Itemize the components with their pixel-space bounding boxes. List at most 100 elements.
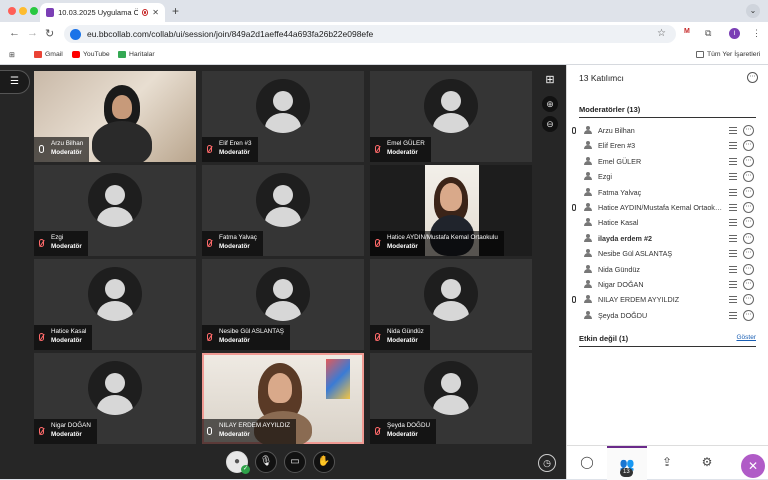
participant-options-icon[interactable]: ⋯ xyxy=(743,186,754,198)
person-icon xyxy=(584,233,592,242)
reload-icon[interactable]: ↻ xyxy=(45,27,54,40)
address-bar[interactable]: eu.bbcollab.com/collab/ui/session/join/8… xyxy=(64,25,676,43)
captions-icon[interactable] xyxy=(729,234,737,242)
bookmark-youtube[interactable]: YouTube xyxy=(72,51,110,58)
tile-nameplate: Nigar DOĞAN Moderatör xyxy=(34,419,97,444)
captions-icon[interactable] xyxy=(729,250,737,258)
microphone-toggle-icon[interactable]: 🎙 xyxy=(255,451,277,473)
browser-menu-icon[interactable]: ⋮ xyxy=(752,28,761,39)
participant-options-icon[interactable]: ⋯ xyxy=(743,232,754,244)
video-tile[interactable]: Nida Gündüz Moderatör xyxy=(370,259,532,350)
extension-icon[interactable]: M xyxy=(684,28,690,35)
apps-grid-icon[interactable]: ⊞ xyxy=(9,51,15,59)
forward-icon[interactable]: → xyxy=(27,27,38,39)
extensions-puzzle-icon[interactable]: ⧉ xyxy=(705,28,711,39)
close-panel-icon[interactable]: ✕ xyxy=(741,454,765,478)
maximize-window-dot[interactable] xyxy=(30,7,38,15)
participant-row[interactable]: Arzu Bilhan ⋯ xyxy=(567,123,768,138)
participant-row[interactable]: Nigar DOĞAN ⋯ xyxy=(567,277,768,292)
chat-tab-icon[interactable]: ◯ xyxy=(567,446,607,480)
participant-options-icon[interactable]: ⋯ xyxy=(743,140,754,152)
captions-icon[interactable] xyxy=(729,127,737,134)
captions-icon[interactable] xyxy=(729,296,737,304)
camera-toggle-icon[interactable]: ▭ xyxy=(284,451,306,473)
participant-options-icon[interactable]: ⋯ xyxy=(743,171,754,183)
participant-row[interactable]: Hatice AYDIN/Mustafa Kemal Ortaokulu ⋯ xyxy=(567,200,768,215)
video-tile[interactable]: Ezgi Moderatör xyxy=(34,165,196,256)
back-icon[interactable]: ← xyxy=(9,27,20,39)
participant-row[interactable]: Nida Gündüz ⋯ xyxy=(567,262,768,277)
gmail-icon xyxy=(34,51,42,58)
bookmark-star-icon[interactable]: ☆ xyxy=(657,28,666,39)
participant-row[interactable]: Elif Eren #3 ⋯ xyxy=(567,138,768,153)
participant-list: Arzu Bilhan ⋯ Elif Eren #3 ⋯ Emel GÜLER ⋯ E… xyxy=(567,123,768,323)
captions-icon[interactable] xyxy=(729,173,737,181)
raise-hand-icon[interactable]: ✋ xyxy=(313,451,335,473)
show-inactive-link[interactable]: Göster xyxy=(736,334,756,341)
bookmark-maps[interactable]: Haritalar xyxy=(118,51,155,58)
panel-more-icon[interactable]: ⋯ xyxy=(747,72,758,83)
captions-icon[interactable] xyxy=(729,188,737,196)
session-menu-button[interactable]: ☰ xyxy=(0,70,30,94)
participant-video-face xyxy=(268,373,292,403)
participant-row[interactable]: Nesibe Gül ASLANTAŞ ⋯ xyxy=(567,246,768,261)
participant-row[interactable]: Ezgi ⋯ xyxy=(567,169,768,184)
all-bookmarks[interactable]: Tüm Yer İşaretleri xyxy=(696,51,760,58)
participant-options-icon[interactable]: ⋯ xyxy=(743,217,754,229)
tab-close-icon[interactable]: ✕ xyxy=(152,8,159,17)
participant-row[interactable]: Şeyda DOĞDU ⋯ xyxy=(567,308,768,323)
captions-icon[interactable] xyxy=(729,203,737,211)
session-timer-icon[interactable]: ◷ xyxy=(538,454,556,472)
participants-tab-icon[interactable]: 👥 13 xyxy=(607,446,647,480)
video-tile[interactable]: Hatice Kasal Moderatör xyxy=(34,259,196,350)
tab-title: 10.03.2025 Uygulama Öğr xyxy=(58,8,138,17)
participant-options-icon[interactable]: ⋯ xyxy=(743,263,754,275)
mic-muted-icon xyxy=(39,333,44,341)
participant-row[interactable]: Fatma Yalvaç ⋯ xyxy=(567,185,768,200)
participant-row[interactable]: Hatice Kasal ⋯ xyxy=(567,215,768,230)
site-info-icon[interactable] xyxy=(70,28,81,40)
bookmark-gmail[interactable]: Gmail xyxy=(34,51,63,58)
participant-options-icon[interactable]: ⋯ xyxy=(743,278,754,290)
participant-options-icon[interactable]: ⋯ xyxy=(743,125,754,136)
video-tile-active-speaker[interactable]: NILAY ERDEM AYYILDIZ Moderatör xyxy=(202,353,364,444)
browser-toolbar: ← → ↻ eu.bbcollab.com/collab/ui/session/… xyxy=(0,22,768,46)
participant-row[interactable]: NILAY ERDEM AYYILDIZ ⋯ xyxy=(567,292,768,307)
participant-options-icon[interactable]: ⋯ xyxy=(743,248,754,260)
video-tile[interactable]: Nesibe Gül ASLANTAŞ Moderatör xyxy=(202,259,364,350)
share-content-tab-icon[interactable]: ⇪ xyxy=(647,446,687,480)
zoom-in-icon[interactable]: ⊕ xyxy=(542,96,558,112)
participant-options-icon[interactable]: ⋯ xyxy=(743,201,754,213)
my-status-button[interactable]: ● ✓ xyxy=(226,451,250,474)
tab-search-icon[interactable]: ⌄ xyxy=(746,4,760,18)
video-tile[interactable]: Şeyda DOĞDU Moderatör xyxy=(370,353,532,444)
participant-row-self[interactable]: ilayda erdem #2 ⋯ xyxy=(567,231,768,246)
captions-icon[interactable] xyxy=(729,311,737,319)
participant-options-icon[interactable]: ⋯ xyxy=(743,309,754,321)
captions-icon[interactable] xyxy=(729,280,737,288)
video-tile[interactable]: Fatma Yalvaç Moderatör xyxy=(202,165,364,256)
person-icon xyxy=(584,141,592,150)
minimize-window-dot[interactable] xyxy=(19,7,27,15)
person-icon xyxy=(584,126,592,134)
browser-tab[interactable]: 10.03.2025 Uygulama Öğr ✕ xyxy=(40,3,165,22)
participant-options-icon[interactable]: ⋯ xyxy=(743,294,754,306)
participant-options-icon[interactable]: ⋯ xyxy=(743,155,754,167)
new-tab-button[interactable]: + xyxy=(172,4,179,18)
captions-icon[interactable] xyxy=(729,142,737,150)
settings-tab-icon[interactable]: ⚙ xyxy=(687,446,727,480)
close-window-dot[interactable] xyxy=(8,7,16,15)
participant-row[interactable]: Emel GÜLER ⋯ xyxy=(567,154,768,169)
grid-view-icon[interactable]: ⊞ xyxy=(542,72,558,88)
video-tile[interactable]: Hatice AYDIN/Mustafa Kemal Ortaokulu Mode… xyxy=(370,165,532,256)
video-tile[interactable]: Arzu Bilhan Moderatör xyxy=(34,71,196,162)
captions-icon[interactable] xyxy=(729,157,737,165)
profile-avatar[interactable]: I xyxy=(729,28,740,39)
video-tile[interactable]: Elif Eren #3 Moderatör xyxy=(202,71,364,162)
video-tile[interactable]: Nigar DOĞAN Moderatör xyxy=(34,353,196,444)
participants-count-badge: 13 xyxy=(620,468,633,477)
zoom-out-icon[interactable]: ⊖ xyxy=(542,116,558,132)
captions-icon[interactable] xyxy=(729,265,737,273)
video-tile[interactable]: Emel GÜLER Moderatör xyxy=(370,71,532,162)
captions-icon[interactable] xyxy=(729,219,737,227)
